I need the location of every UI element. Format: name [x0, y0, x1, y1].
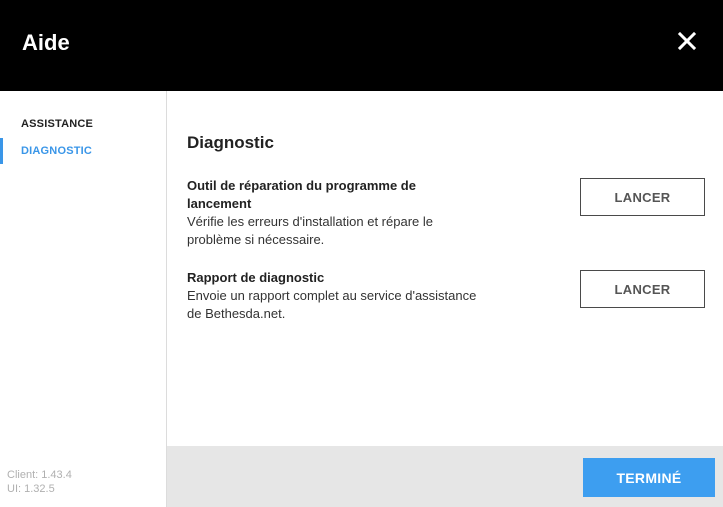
close-icon — [677, 31, 697, 51]
close-button[interactable] — [677, 31, 697, 51]
ui-version: UI: 1.32.5 — [7, 483, 55, 495]
sidebar-item-assistance[interactable]: ASSISTANCE — [0, 111, 166, 137]
main-panel: Diagnostic Outil de réparation du progra… — [167, 91, 723, 446]
diagnostic-report-description: Envoie un rapport complet au service d'a… — [187, 288, 477, 321]
dialog-header: Aide — [0, 0, 723, 91]
repair-tool-description: Vérifie les erreurs d'installation et ré… — [187, 214, 433, 247]
repair-tool-title: Outil de réparation du programme de lanc… — [187, 178, 416, 211]
client-version: Client: 1.43.4 — [7, 469, 72, 481]
diagnostic-report-title: Rapport de diagnostic — [187, 270, 325, 285]
done-button[interactable]: TERMINÉ — [583, 458, 715, 497]
dialog-title: Aide — [22, 30, 70, 55]
section-title: Diagnostic — [187, 133, 274, 152]
launch-report-button[interactable]: LANCER — [580, 270, 705, 308]
launch-repair-button[interactable]: LANCER — [580, 178, 705, 216]
sidebar: ASSISTANCE DIAGNOSTIC Client: 1.43.4 UI:… — [0, 91, 167, 507]
sidebar-item-diagnostic[interactable]: DIAGNOSTIC — [0, 138, 166, 164]
dialog-footer: TERMINÉ — [167, 446, 723, 507]
